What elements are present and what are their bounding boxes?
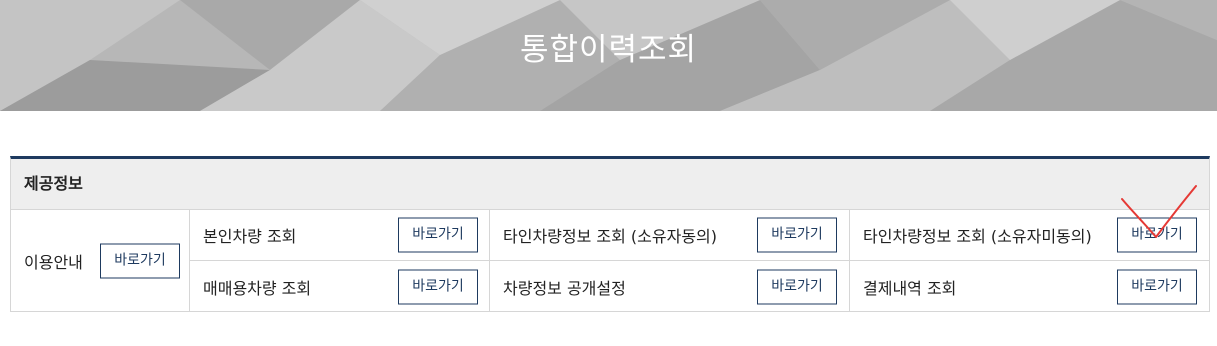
table-cell-other-vehicle-consent: 타인차량정보 조회 (소유자동의) 바로가기 (490, 210, 850, 261)
provided-info-table: 제공정보 이용안내 바로가기 본인차량 조회 바로가기 타인차량정보 조회 (소… (10, 156, 1210, 312)
cell-label: 차량정보 공개설정 (503, 278, 626, 298)
page-title: 통합이력조회 (519, 32, 698, 68)
usage-info-label: 이용안내 (24, 253, 83, 272)
cell-label: 결제내역 조회 (863, 278, 957, 298)
table-cell-trade-vehicle: 매매용차량 조회 바로가기 (190, 261, 490, 312)
usage-info-cell: 이용안내 바로가기 (11, 210, 190, 312)
other-vehicle-no-consent-go-button[interactable]: 바로가기 (1117, 217, 1197, 253)
table-cell-own-vehicle: 본인차량 조회 바로가기 (190, 210, 490, 261)
disclosure-settings-go-button[interactable]: 바로가기 (757, 269, 837, 304)
usage-info-go-button[interactable]: 바로가기 (100, 243, 180, 279)
own-vehicle-go-button[interactable]: 바로가기 (398, 217, 478, 253)
cell-label: 매매용차량 조회 (203, 278, 312, 298)
payment-history-go-button[interactable]: 바로가기 (1117, 269, 1197, 304)
trade-vehicle-go-button[interactable]: 바로가기 (398, 269, 478, 304)
page-banner: 통합이력조회 (0, 0, 1217, 111)
cell-label: 타인차량정보 조회 (소유자동의) (503, 227, 718, 246)
cell-label: 본인차량 조회 (203, 227, 297, 246)
table-cell-vehicle-disclosure-settings: 차량정보 공개설정 바로가기 (490, 261, 850, 312)
table-header: 제공정보 (11, 159, 1209, 210)
table-cell-payment-history: 결제내역 조회 바로가기 (850, 261, 1209, 312)
cell-label: 타인차량정보 조회 (소유자미동의) (863, 227, 1092, 246)
table-cell-other-vehicle-no-consent: 타인차량정보 조회 (소유자미동의) 바로가기 (850, 210, 1209, 261)
other-vehicle-consent-go-button[interactable]: 바로가기 (757, 217, 837, 253)
